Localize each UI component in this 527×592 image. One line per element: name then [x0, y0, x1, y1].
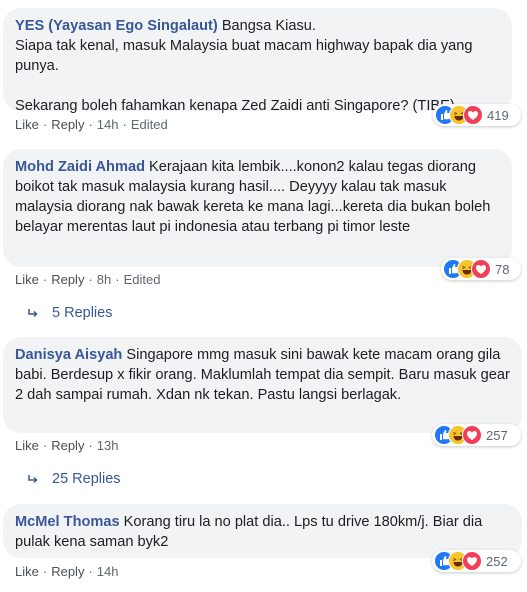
reply-link[interactable]: Reply: [51, 438, 84, 453]
comment-bubble: Mohd Zaidi Ahmad Kerajaan kita lembik...…: [3, 149, 512, 267]
reaction-count: 419: [487, 107, 509, 123]
reaction-summary[interactable]: 257: [432, 424, 521, 446]
comment-actions: Like · Reply · 8h · Edited: [15, 272, 161, 287]
comment-actions: Like · Reply · 14h · Edited: [15, 117, 168, 132]
reaction-summary[interactable]: 78: [441, 258, 521, 280]
like-link[interactable]: Like: [15, 272, 39, 287]
love-icon: [462, 551, 482, 571]
reply-arrow-icon: [28, 475, 38, 484]
love-icon: [463, 105, 483, 125]
comment-actions: Like · Reply · 14h: [15, 564, 119, 579]
love-icon: [462, 425, 482, 445]
reaction-count: 78: [495, 261, 510, 277]
comment-bubble: YES (Yayasan Ego Singalaut) Bangsa Kiasu…: [3, 8, 512, 114]
comment-time[interactable]: 8h: [97, 272, 111, 287]
comment-time[interactable]: 14h: [97, 564, 119, 579]
like-link[interactable]: Like: [15, 564, 39, 579]
like-link[interactable]: Like: [15, 438, 39, 453]
comment-author[interactable]: Mohd Zaidi Ahmad: [15, 159, 145, 175]
reaction-count: 252: [486, 553, 508, 569]
comment-author[interactable]: Danisya Aisyah: [15, 347, 122, 363]
comment-actions: Like · Reply · 13h: [15, 438, 119, 453]
reply-link[interactable]: Reply: [51, 117, 84, 132]
view-replies-link[interactable]: 5 Replies: [28, 305, 112, 321]
like-link[interactable]: Like: [15, 117, 39, 132]
reply-link[interactable]: Reply: [51, 564, 84, 579]
replies-label[interactable]: 25 Replies: [52, 471, 121, 487]
love-icon: [471, 259, 491, 279]
reaction-summary[interactable]: 252: [432, 550, 521, 572]
reaction-summary[interactable]: 419: [433, 104, 521, 126]
comment-time[interactable]: 14h: [97, 117, 119, 132]
comment-author[interactable]: YES (Yayasan Ego Singalaut): [15, 18, 218, 34]
view-replies-link[interactable]: 25 Replies: [28, 471, 121, 487]
reaction-count: 257: [486, 427, 508, 443]
comment-author[interactable]: McMel Thomas: [15, 514, 120, 530]
comment-time[interactable]: 13h: [97, 438, 119, 453]
edited-label[interactable]: Edited: [131, 117, 168, 132]
reply-link[interactable]: Reply: [51, 272, 84, 287]
comment-bubble: Danisya Aisyah Singapore mmg masuk sini …: [3, 337, 522, 433]
replies-label[interactable]: 5 Replies: [52, 305, 112, 321]
edited-label[interactable]: Edited: [124, 272, 161, 287]
reply-arrow-icon: [28, 309, 38, 318]
